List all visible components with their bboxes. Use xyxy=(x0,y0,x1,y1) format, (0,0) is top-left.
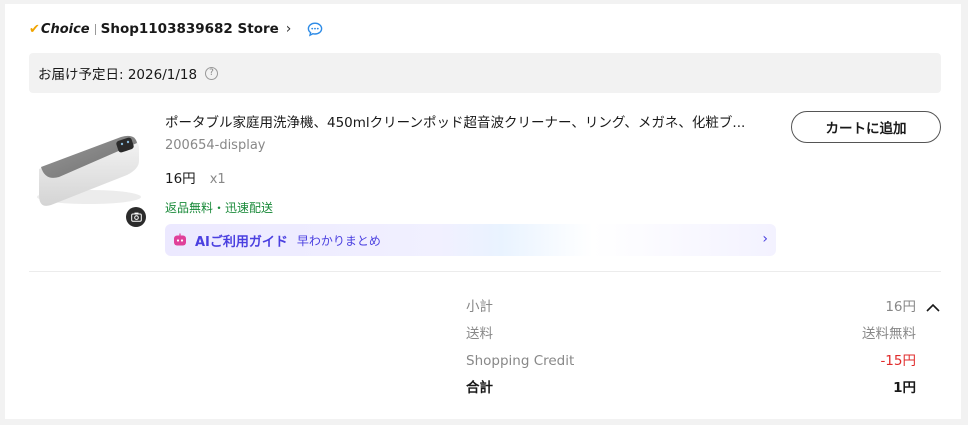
summary-value: 1円 xyxy=(893,380,916,396)
summary-value: -15円 xyxy=(880,353,916,369)
order-card: ✔ Choice Shop1103839682 Store › お届け予定日: … xyxy=(5,4,961,419)
summary-row-shopping-credit: Shopping Credit -15円 xyxy=(466,348,916,375)
chevron-up-icon[interactable] xyxy=(925,298,941,317)
ai-robot-icon xyxy=(173,233,187,247)
ai-guide-subtitle: 早わかりまとめ xyxy=(296,233,381,248)
divider xyxy=(29,271,941,272)
summary-label: 合計 xyxy=(466,380,493,396)
summary-label: 送料 xyxy=(466,326,493,342)
summary-label: 小計 xyxy=(466,299,493,315)
choice-badge: ✔ Choice xyxy=(29,22,90,37)
summary-label: Shopping Credit xyxy=(466,353,575,369)
chevron-right-icon: › xyxy=(762,231,768,247)
product-price: 16円 xyxy=(165,171,196,187)
ai-guide-title: AIご利用ガイド xyxy=(195,234,288,250)
chevron-right-icon[interactable]: › xyxy=(286,21,292,37)
summary-row-subtotal: 小計 16円 xyxy=(466,294,916,321)
product-quantity: x1 xyxy=(209,172,226,187)
store-name-link[interactable]: Shop1103839682 Store xyxy=(101,21,279,37)
choice-label: Choice xyxy=(40,21,90,37)
checkmark-icon: ✔ xyxy=(29,21,40,37)
summary-row-total: 合計 1円 xyxy=(466,375,916,402)
product-sku: 200654-display xyxy=(165,138,266,153)
ai-guide-banner[interactable]: AIご利用ガイド 早わかりまとめ › xyxy=(165,224,776,256)
store-header: ✔ Choice Shop1103839682 Store › xyxy=(29,18,323,40)
summary-row-shipping: 送料 送料無料 xyxy=(466,321,916,348)
product-title-link[interactable]: ポータブル家庭用洗浄機、450mlクリーンポッド超音波クリーナー、リング、メガネ… xyxy=(165,111,770,131)
summary-value: 16円 xyxy=(885,299,916,315)
chat-bubble-icon[interactable] xyxy=(307,21,323,37)
shipping-note: 返品無料・迅速配送 xyxy=(165,201,274,215)
delivery-date-bar: お届け予定日: 2026/1/18 ? xyxy=(29,53,941,93)
camera-icon[interactable] xyxy=(126,207,146,227)
store-separator xyxy=(94,23,96,35)
add-to-cart-button[interactable]: カートに追加 xyxy=(791,111,941,143)
summary-value: 送料無料 xyxy=(862,326,916,342)
price-row: 16円 x1 xyxy=(165,167,226,187)
delivery-date-label: お届け予定日: 2026/1/18 xyxy=(38,67,198,83)
help-icon[interactable]: ? xyxy=(205,66,219,80)
order-summary: 小計 16円 送料 送料無料 Shopping Credit -15円 合計 1… xyxy=(466,294,916,402)
